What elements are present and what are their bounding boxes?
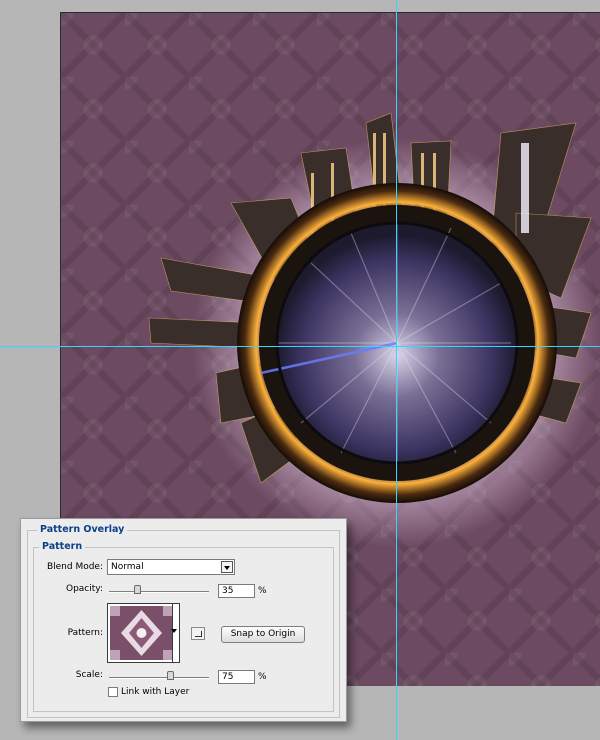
pattern-dropdown-button[interactable] (171, 627, 179, 635)
scale-unit: % (258, 672, 267, 682)
group-title: Pattern (39, 541, 86, 552)
blend-mode-label: Blend Mode: (46, 562, 103, 572)
snap-to-origin-button[interactable]: Snap to Origin (221, 626, 305, 643)
pattern-overlay-panel: Pattern Overlay Pattern Blend Mode: Norm… (20, 518, 347, 722)
opacity-unit: % (258, 586, 267, 596)
scale-slider-thumb[interactable] (167, 671, 174, 680)
section-title: Pattern Overlay (37, 524, 128, 535)
scale-slider-track[interactable] (109, 677, 209, 679)
link-with-layer-label[interactable]: Link with Layer (121, 686, 189, 698)
scale-label: Scale: (75, 670, 103, 680)
horizontal-guide[interactable] (0, 346, 600, 347)
opacity-input[interactable]: 35 (218, 584, 255, 598)
pattern-preview-image (110, 606, 173, 660)
chevron-down-icon (171, 629, 177, 633)
new-preset-icon (195, 631, 202, 637)
chevron-down-icon[interactable] (221, 561, 233, 573)
scale-input[interactable]: 75 (218, 670, 255, 684)
vertical-guide[interactable] (396, 0, 397, 740)
pattern-swatch[interactable] (107, 603, 180, 663)
new-preset-button[interactable] (191, 627, 205, 640)
blend-mode-select[interactable]: Normal (107, 559, 235, 575)
pattern-label: Pattern: (67, 628, 103, 638)
blend-mode-value: Normal (111, 562, 144, 572)
opacity-label: Opacity: (66, 584, 103, 594)
link-with-layer-checkbox[interactable] (108, 687, 118, 697)
opacity-slider-thumb[interactable] (133, 585, 141, 594)
opacity-slider-track[interactable] (109, 591, 209, 593)
